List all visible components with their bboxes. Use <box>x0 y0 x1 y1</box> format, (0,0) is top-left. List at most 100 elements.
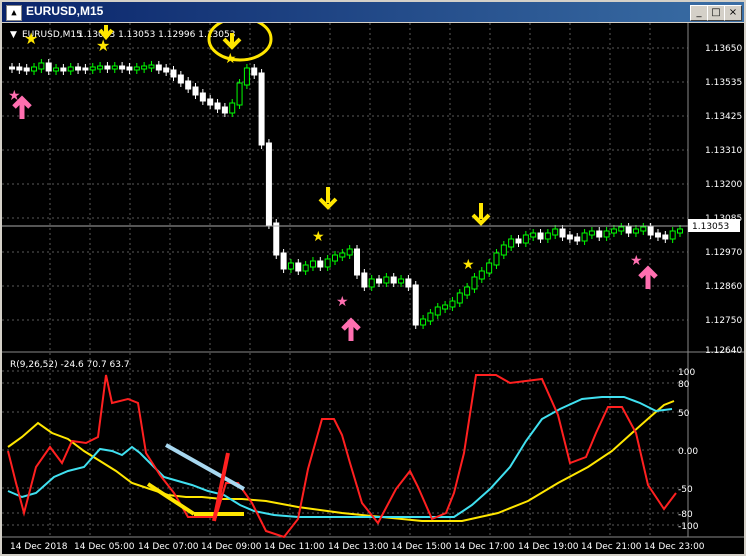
indicator-tick: -80 <box>678 510 693 520</box>
candle-body <box>610 228 617 234</box>
candle-body <box>420 318 427 326</box>
candle-body <box>339 252 346 258</box>
candle-body <box>324 258 331 268</box>
candle-body <box>603 230 610 238</box>
candle-body <box>221 106 228 114</box>
candle-body <box>500 244 507 256</box>
candle-body <box>581 232 588 242</box>
price-tick: 1.13535 <box>705 78 742 88</box>
candle-body <box>669 230 676 240</box>
close-button[interactable]: × <box>724 5 742 21</box>
indicator-tick: 0.00 <box>678 447 698 457</box>
candle-body <box>207 98 214 106</box>
candle-body <box>155 64 162 71</box>
candle-body <box>368 278 375 288</box>
candle-body <box>75 66 82 71</box>
candle-body <box>618 226 625 232</box>
candle-body <box>295 262 302 272</box>
time-tick: 14 Dec 15:00 <box>391 542 452 552</box>
candle-body <box>243 67 250 86</box>
time-tick: 14 Dec 17:00 <box>454 542 515 552</box>
candle-body <box>97 65 104 70</box>
star-marker-icon: ★ <box>630 253 643 269</box>
candle-body <box>398 278 405 284</box>
window-title: EURUSD,M15 <box>26 4 104 18</box>
candle-body <box>559 228 566 238</box>
candle-body <box>214 102 221 110</box>
candle-body <box>177 74 184 84</box>
price-tick: 1.13200 <box>705 180 742 190</box>
candle-body <box>442 304 449 310</box>
title-bar[interactable]: ▲ EURUSD,M15 _ □ × <box>2 2 744 22</box>
chart-canvas[interactable]: 1.13053 ▼ EURUSD,M15 1.13053 1.13053 1.1… <box>2 23 744 554</box>
candle-body <box>478 270 485 280</box>
chart-symbol-label: ▼ <box>10 30 17 40</box>
time-tick: 14 Dec 23:00 <box>644 542 705 552</box>
candle-body <box>302 264 309 272</box>
candle-body <box>412 284 419 326</box>
indicator-label: R(9,26,52) -24.6 70.7 63.7 <box>10 360 130 370</box>
candle-body <box>89 66 96 71</box>
candle-body <box>53 67 60 72</box>
candle-body <box>119 65 126 70</box>
candle-body <box>522 234 529 244</box>
price-tick: 1.13310 <box>705 146 742 156</box>
candle-body <box>82 67 89 71</box>
candle-body <box>376 278 383 284</box>
candle-body <box>456 292 463 304</box>
candle-body <box>111 65 118 70</box>
candle-body <box>390 276 397 284</box>
candle-body <box>38 62 45 70</box>
candle-body <box>508 238 515 248</box>
indicator-tick: 50 <box>678 409 690 419</box>
candle-body <box>632 228 639 234</box>
price-tick: 1.12640 <box>705 346 742 356</box>
time-axis[interactable]: 14 Dec 2018 14 Dec 05:00 14 Dec 07:00 14… <box>10 542 705 552</box>
candle-body <box>596 230 603 238</box>
maximize-button[interactable]: □ <box>707 5 725 21</box>
candle-body <box>346 248 353 256</box>
candle-body <box>427 312 434 322</box>
candle-body <box>486 262 493 274</box>
candle-body <box>449 300 456 308</box>
indicator-tick: 100 <box>678 368 695 378</box>
time-tick: 14 Dec 07:00 <box>138 542 199 552</box>
chart-area[interactable]: 1.13053 ▼ EURUSD,M15 1.13053 1.13053 1.1… <box>2 23 744 554</box>
indicator-tick: -100 <box>678 522 699 532</box>
candle-body <box>185 80 192 90</box>
candle-body <box>405 278 412 288</box>
candle-body <box>258 72 265 146</box>
time-tick: 14 Dec 09:00 <box>201 542 262 552</box>
candle-body <box>552 228 559 236</box>
arrow-down-icon <box>471 203 491 226</box>
candle-body <box>677 228 683 234</box>
price-tick: 1.12970 <box>705 248 742 258</box>
chart-window: ▲ EURUSD,M15 _ □ × 1.13053 ▼ EURUSD,M15 … <box>0 0 746 556</box>
candle-body <box>515 238 522 244</box>
candle-body <box>229 102 236 114</box>
candle-body <box>273 222 280 256</box>
candle-body <box>434 306 441 316</box>
time-tick: 14 Dec 21:00 <box>581 542 642 552</box>
candle-body <box>236 82 243 106</box>
candle-body <box>574 236 581 242</box>
candle-body <box>45 62 52 72</box>
candle-body <box>60 67 67 72</box>
price-tick: 1.12750 <box>705 316 742 326</box>
candle-body <box>361 272 368 288</box>
candle-body <box>31 66 38 72</box>
minimize-button[interactable]: _ <box>690 5 708 21</box>
price-axis[interactable]: 1.13650 1.13535 1.13425 1.13310 1.13200 … <box>705 44 742 356</box>
candle-body <box>331 254 338 262</box>
price-tick: 1.12860 <box>705 282 742 292</box>
candle-body <box>141 65 148 70</box>
candle-body <box>544 232 551 240</box>
candle-body <box>309 260 316 268</box>
candle-body <box>265 142 272 226</box>
candlesticks <box>9 59 683 329</box>
candle-body <box>192 86 199 96</box>
time-tick: 14 Dec 19:00 <box>518 542 579 552</box>
candle-body <box>67 66 74 72</box>
candle-body <box>163 67 170 73</box>
star-marker-icon: ★ <box>336 294 349 310</box>
